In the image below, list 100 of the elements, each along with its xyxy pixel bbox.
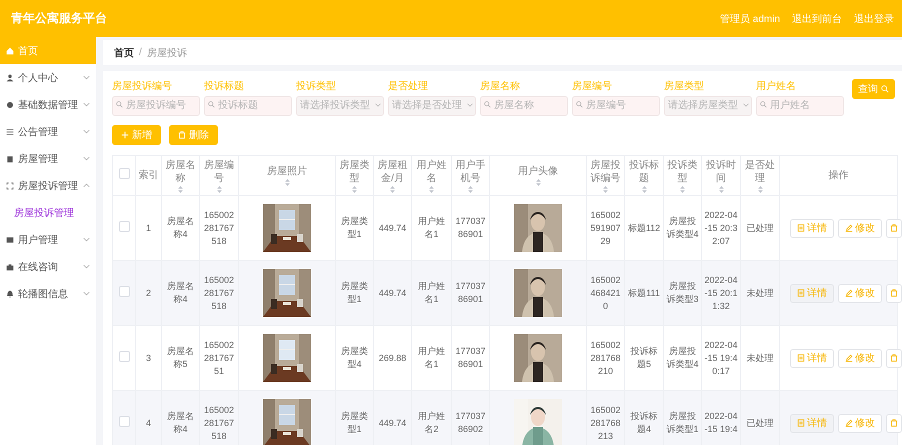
delete-button[interactable] [886, 348, 902, 368]
search-field[interactable]: 房屋编号 [572, 96, 660, 116]
detail-button[interactable]: 详情 [790, 414, 834, 432]
header-link[interactable]: 退出到前台 [792, 12, 842, 26]
sort-icon[interactable] [536, 179, 540, 186]
column-header: 用户头像 [490, 156, 586, 196]
checkbox[interactable] [118, 168, 130, 179]
chevron-down-icon [743, 103, 749, 107]
column-header: 投诉类型 [664, 156, 702, 196]
sidebar-item[interactable]: 轮播图信息 [0, 280, 96, 307]
search-icon [116, 101, 123, 108]
sidebar-item[interactable]: 公告管理 [0, 118, 96, 145]
chevron-down-icon [83, 129, 90, 134]
checkbox[interactable] [118, 286, 130, 296]
trash-icon [890, 419, 898, 427]
sort-icon[interactable] [429, 186, 434, 192]
sort-icon[interactable] [680, 186, 685, 192]
delete-button[interactable] [886, 218, 902, 238]
checkbox[interactable] [118, 220, 130, 232]
delete-button[interactable] [886, 284, 902, 302]
sort-icon[interactable] [390, 186, 395, 192]
pencil-icon [845, 289, 853, 297]
table-cell: 房屋投诉类型1 [664, 390, 702, 445]
table-cell: 2022-04-15 20:11:32 [702, 260, 740, 326]
table-cell: 用户姓名1 [412, 260, 452, 326]
card-icon [6, 236, 14, 244]
pencil-icon [845, 419, 853, 427]
column-header: 操作 [780, 156, 898, 196]
table-cell: 房屋名称4 [162, 390, 200, 445]
search-button[interactable]: 查询 [852, 79, 895, 99]
edit-button[interactable]: 修改 [838, 284, 882, 302]
home-icon [6, 46, 14, 54]
select-field[interactable]: 请选择房屋类型 [664, 96, 752, 116]
select-field[interactable]: 请选择投诉类型 [296, 96, 384, 116]
field-label: 投诉标题 [204, 80, 245, 93]
sort-icon[interactable] [284, 179, 290, 186]
detail-button[interactable]: 详情 [790, 348, 834, 368]
sidebar-subitem[interactable]: 房屋投诉管理 [0, 199, 96, 226]
sort-icon[interactable] [216, 186, 222, 192]
sidebar-item[interactable]: 房屋管理 [0, 145, 96, 172]
breadcrumb-item: 房屋投诉 [146, 46, 187, 60]
delete-button[interactable] [886, 414, 902, 432]
detail-button[interactable]: 详情 [790, 284, 834, 302]
table-cell: 2 [136, 260, 162, 326]
sort-icon[interactable] [718, 186, 724, 192]
sort-icon[interactable] [178, 186, 183, 192]
column-header: 房屋类型 [336, 156, 374, 196]
sidebar-item[interactable]: 首页 [0, 37, 96, 64]
checkbox[interactable] [118, 350, 130, 362]
sort-icon[interactable] [468, 186, 473, 192]
select-field[interactable]: 请选择是否处理 [388, 96, 476, 116]
table-cell: 1650024684210 [586, 260, 624, 326]
header-link[interactable]: 管理员 admin [720, 12, 780, 26]
search-field[interactable]: 用户姓名 [756, 96, 844, 116]
search-field[interactable]: 房屋名称 [480, 96, 568, 116]
box-icon [6, 154, 14, 162]
column-header: 投诉时间 [702, 156, 740, 196]
sort-icon[interactable] [642, 186, 646, 192]
document-icon [797, 354, 805, 362]
trash-icon [890, 354, 898, 362]
briefcase-icon [6, 262, 14, 270]
sidebar-item[interactable]: 用户管理 [0, 226, 96, 253]
column-header: 投诉标题 [624, 156, 664, 196]
search-field[interactable]: 投诉标题 [204, 96, 292, 116]
header-link[interactable]: 退出登录 [854, 12, 894, 26]
add-button[interactable]: 新增 [112, 125, 161, 145]
column-header: 房屋名称 [162, 156, 200, 196]
field-label: 房屋类型 [664, 80, 705, 93]
sidebar-item[interactable]: 在线咨询 [0, 253, 96, 280]
field-label: 房屋编号 [572, 80, 613, 93]
search-field[interactable]: 房屋投诉编号 [112, 96, 200, 116]
breadcrumb-separator: / [139, 47, 142, 58]
table-cell: 449.74 [374, 260, 412, 326]
column-header: 索引 [136, 156, 162, 196]
sidebar-item[interactable]: 房屋投诉管理 [0, 172, 96, 199]
checkbox[interactable] [118, 416, 130, 426]
column-header: 房屋投诉编号 [586, 156, 624, 196]
breadcrumb-item[interactable]: 首页 [114, 46, 134, 60]
table-cell: 房屋类型1 [336, 390, 374, 445]
plus-icon [121, 131, 129, 139]
sort-icon[interactable] [758, 186, 762, 192]
detail-button[interactable]: 详情 [790, 218, 834, 238]
table-cell: 17703786901 [452, 260, 490, 326]
sidebar-item[interactable]: 基础数据管理 [0, 91, 96, 118]
edit-button[interactable]: 修改 [838, 414, 882, 432]
field-label: 用户姓名 [756, 80, 797, 93]
app-title: 青年公寓服务平台 [11, 10, 107, 27]
trash-icon [890, 289, 898, 297]
sort-icon[interactable] [352, 186, 357, 192]
table-cell: 17703786902 [452, 390, 490, 445]
table-cell: 4 [136, 390, 162, 445]
edit-button[interactable]: 修改 [838, 348, 882, 368]
delete-button[interactable]: 删除 [169, 125, 218, 145]
trash-icon [890, 224, 898, 232]
search-icon [576, 101, 583, 108]
edit-button[interactable]: 修改 [838, 218, 882, 238]
search-icon [484, 101, 491, 108]
sidebar-item[interactable]: 个人中心 [0, 64, 96, 91]
sort-icon[interactable] [603, 186, 608, 192]
chevron-down-icon [83, 102, 90, 107]
